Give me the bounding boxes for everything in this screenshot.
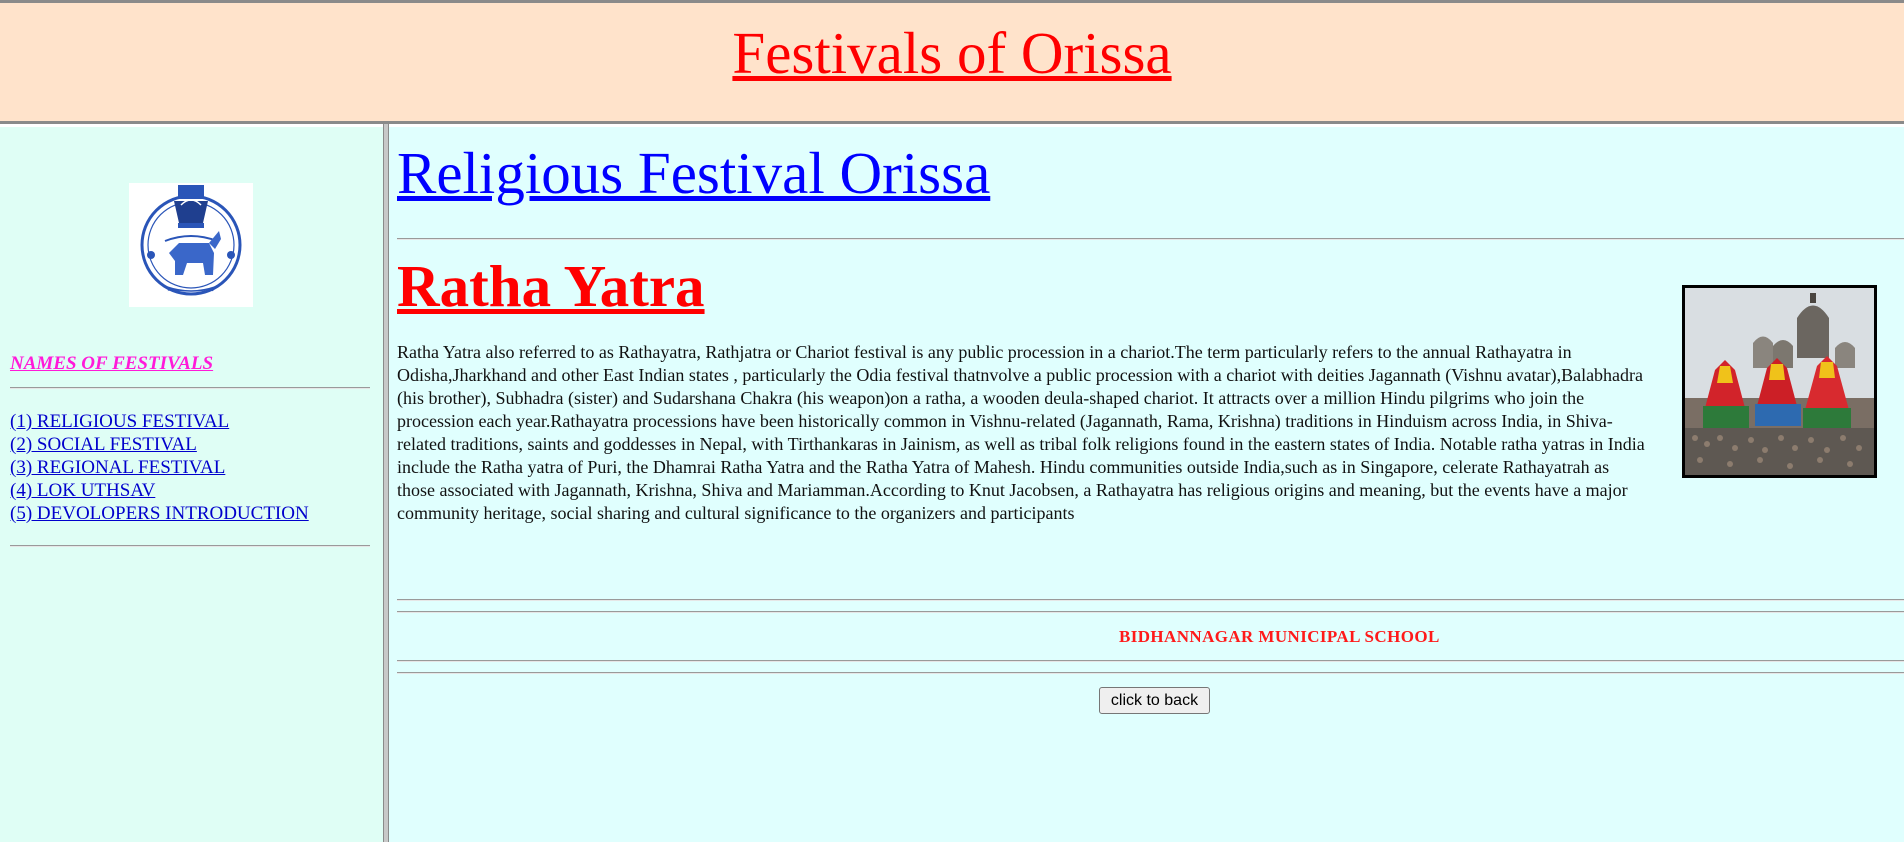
sidebar-heading: NAMES OF FESTIVALS bbox=[10, 353, 214, 374]
nav-link-regional-festival[interactable]: (3) REGIONAL FESTIVAL bbox=[10, 456, 309, 479]
sidebar-frame: ~~~ ~~ NAMES OF FESTIVALS (1) RELIGIOUS … bbox=[0, 127, 383, 842]
footer-divider-2 bbox=[397, 611, 1904, 613]
svg-text:~~: ~~ bbox=[201, 286, 214, 295]
school-name: BIDHANNAGAR MUNICIPAL SCHOOL bbox=[1119, 627, 1440, 646]
heading-divider bbox=[397, 238, 1904, 240]
nav-link-religious-festival[interactable]: (1) RELIGIOUS FESTIVAL bbox=[10, 410, 309, 433]
nav-link-social-festival[interactable]: (2) SOCIAL FESTIVAL bbox=[10, 433, 309, 456]
emblem-icon: ~~~ ~~ bbox=[129, 183, 253, 307]
footer-divider-4 bbox=[397, 672, 1904, 674]
nav-link-developers-introduction[interactable]: (5) DEVOLOPERS INTRODUCTION bbox=[10, 502, 309, 525]
content-frame: Religious Festival Orissa Ratha Yatra Ra… bbox=[389, 127, 1904, 842]
svg-text:~~~: ~~~ bbox=[167, 286, 187, 295]
festival-photo bbox=[1682, 285, 1877, 478]
festival-description: Ratha Yatra also referred to as Rathayat… bbox=[397, 342, 1645, 523]
festival-title: Ratha Yatra bbox=[397, 253, 705, 319]
site-title: Festivals of Orissa bbox=[732, 20, 1172, 86]
nav-link-lok-uthsav[interactable]: (4) LOK UTHSAV bbox=[10, 479, 309, 502]
back-button[interactable]: click to back bbox=[1099, 687, 1210, 714]
header-frame: Festivals of Orissa bbox=[0, 0, 1904, 124]
page-heading[interactable]: Religious Festival Orissa bbox=[397, 138, 990, 208]
sidebar-divider-top bbox=[10, 387, 370, 389]
footer-divider-1 bbox=[397, 599, 1904, 601]
sidebar-divider-bottom bbox=[10, 545, 370, 547]
footer-divider-3 bbox=[397, 660, 1904, 662]
festival-nav: (1) RELIGIOUS FESTIVAL (2) SOCIAL FESTIV… bbox=[10, 410, 309, 525]
